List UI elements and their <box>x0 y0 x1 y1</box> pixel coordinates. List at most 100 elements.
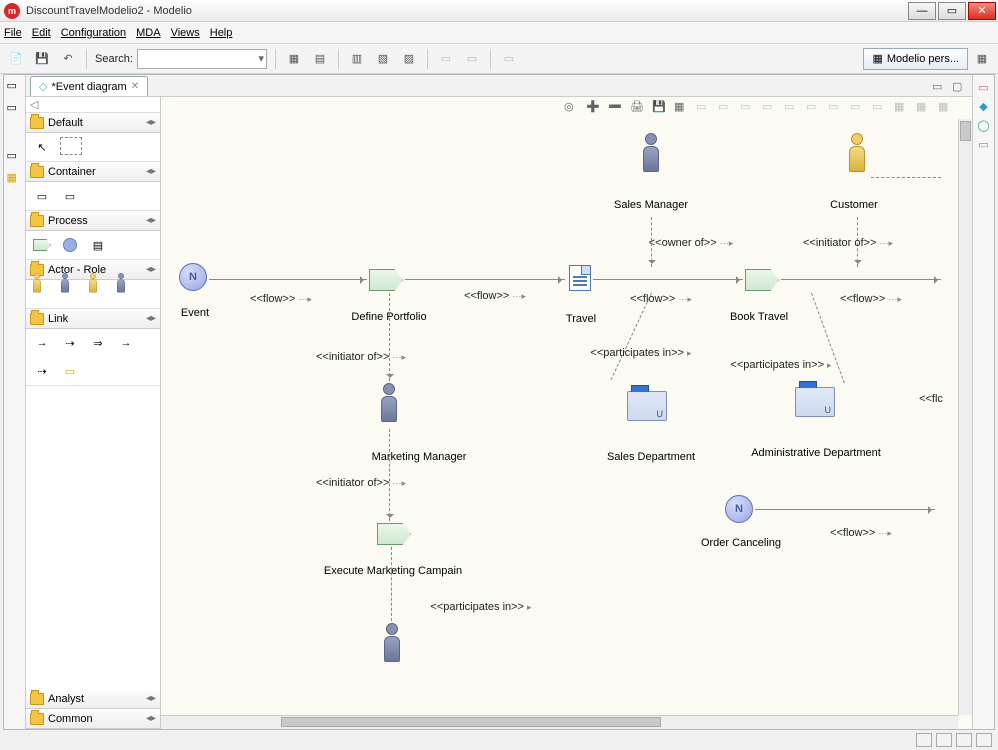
edge-initiator[interactable] <box>389 293 390 381</box>
link-tool[interactable]: ⇢ <box>32 361 52 381</box>
align-icon[interactable]: ▭ <box>806 100 822 116</box>
status-icon[interactable] <box>976 733 992 747</box>
link-tool[interactable]: → <box>32 333 52 353</box>
new-icon[interactable]: 📄 <box>6 49 26 69</box>
rail-icon[interactable]: ▦ <box>7 171 23 187</box>
palette-section-link[interactable]: Link ◂▸ <box>26 309 160 329</box>
edge-dash[interactable] <box>871 177 941 178</box>
doc-tool[interactable]: ▤ <box>88 235 108 255</box>
node-order-canceling[interactable]: N <box>725 495 753 523</box>
marquee-tool[interactable] <box>60 137 82 155</box>
node-travel[interactable] <box>569 265 591 291</box>
minimize-button[interactable]: — <box>908 2 936 20</box>
palette-collapse[interactable]: ◁ <box>26 97 160 113</box>
node-sales-department[interactable]: U <box>627 391 667 421</box>
tab-event-diagram[interactable]: ◇ *Event diagram ✕ <box>30 76 148 96</box>
edge-flow[interactable] <box>593 279 743 280</box>
palette-section-analyst[interactable]: Analyst ◂▸ <box>26 689 160 709</box>
zoom-in-icon[interactable]: ➕ <box>586 100 602 116</box>
grid-icon[interactable]: ▦ <box>894 100 910 116</box>
link-tool[interactable]: ⇢ <box>60 333 80 353</box>
edge-flow[interactable] <box>405 279 565 280</box>
save-icon[interactable]: 💾 <box>652 100 668 116</box>
export-icon[interactable]: ▦ <box>674 100 690 116</box>
print-icon[interactable]: 🖨 <box>630 100 646 116</box>
rail-icon[interactable]: ▭ <box>7 101 23 117</box>
process-tool[interactable] <box>32 235 52 255</box>
rail-icon[interactable]: ▭ <box>978 81 988 94</box>
grid-icon[interactable]: ▦ <box>938 100 954 116</box>
tool-icon[interactable]: ▭ <box>462 49 482 69</box>
perspective-switch-icon[interactable]: ▦ <box>972 49 992 69</box>
align-icon[interactable]: ▭ <box>696 100 712 116</box>
menu-edit[interactable]: Edit <box>32 27 51 39</box>
close-tab-icon[interactable]: ✕ <box>131 81 139 92</box>
edge-flow[interactable] <box>755 509 935 510</box>
container-tool[interactable]: ▭ <box>60 186 80 206</box>
align-icon[interactable]: ▭ <box>718 100 734 116</box>
node-event[interactable]: N <box>179 263 207 291</box>
node-book-travel[interactable] <box>745 269 779 291</box>
selection-tool[interactable]: ↖ <box>32 137 52 157</box>
status-icon[interactable] <box>916 733 932 747</box>
edge-initiator[interactable] <box>389 429 390 521</box>
tool-icon[interactable]: ▦ <box>284 49 304 69</box>
edge-participates[interactable] <box>610 293 651 380</box>
menu-file[interactable]: File <box>4 27 22 39</box>
tool-icon[interactable]: ▤ <box>310 49 330 69</box>
node-define-portfolio[interactable] <box>369 269 403 291</box>
align-icon[interactable]: ▭ <box>850 100 866 116</box>
node-campaign-actor[interactable] <box>379 623 405 665</box>
align-icon[interactable]: ▭ <box>762 100 778 116</box>
vertical-scrollbar[interactable] <box>958 119 972 715</box>
maximize-view-icon[interactable]: ▢ <box>952 80 968 96</box>
align-icon[interactable]: ▭ <box>872 100 888 116</box>
status-icon[interactable] <box>936 733 952 747</box>
align-icon[interactable]: ▭ <box>828 100 844 116</box>
minimize-view-icon[interactable]: ▭ <box>932 80 948 96</box>
rail-icon[interactable]: ▭ <box>978 138 988 151</box>
tool-icon[interactable]: ▧ <box>373 49 393 69</box>
close-button[interactable]: ✕ <box>968 2 996 20</box>
zoom-fit-icon[interactable]: ◎ <box>564 100 580 116</box>
tool-icon[interactable]: ▭ <box>436 49 456 69</box>
menu-help[interactable]: Help <box>210 27 233 39</box>
edge-flow[interactable] <box>781 279 941 280</box>
save-icon[interactable]: 💾 <box>32 49 52 69</box>
tool-icon[interactable]: ▨ <box>399 49 419 69</box>
palette-section-process[interactable]: Process ◂▸ <box>26 211 160 231</box>
maximize-button[interactable]: ▭ <box>938 2 966 20</box>
scroll-thumb[interactable] <box>960 121 971 141</box>
align-icon[interactable]: ▭ <box>784 100 800 116</box>
rail-icon[interactable]: ◯ <box>977 119 989 132</box>
tool-icon[interactable]: ▥ <box>347 49 367 69</box>
search-input[interactable]: ▾ <box>137 49 267 69</box>
container-tool[interactable]: ▭ <box>32 186 52 206</box>
undo-icon[interactable]: ↶ <box>58 49 78 69</box>
rail-icon[interactable]: ◆ <box>979 100 987 113</box>
scroll-thumb[interactable] <box>281 717 661 727</box>
status-icon[interactable] <box>956 733 972 747</box>
node-customer[interactable] <box>844 133 870 175</box>
horizontal-scrollbar[interactable] <box>161 715 958 729</box>
link-tool[interactable]: → <box>116 333 136 353</box>
node-admin-department[interactable]: U <box>795 387 835 417</box>
align-icon[interactable]: ▭ <box>740 100 756 116</box>
palette-section-container[interactable]: Container ◂▸ <box>26 162 160 182</box>
rail-icon[interactable]: ▭ <box>7 149 23 165</box>
menu-configuration[interactable]: Configuration <box>61 27 126 39</box>
event-tool[interactable] <box>60 235 80 255</box>
actor-tool[interactable] <box>116 284 136 304</box>
link-tool[interactable]: ⇒ <box>88 333 108 353</box>
tool-icon[interactable]: ▭ <box>499 49 519 69</box>
rail-icon[interactable]: ▭ <box>7 79 23 95</box>
diagram-canvas[interactable]: ◎ ➕ ➖ 🖨 💾 ▦ ▭ ▭ ▭ ▭ ▭ ▭ ▭ ▭ ▭ ▦ ▦ <box>161 97 972 729</box>
node-execute-campaign[interactable] <box>377 523 411 545</box>
zoom-out-icon[interactable]: ➖ <box>608 100 624 116</box>
palette-section-default[interactable]: Default ◂▸ <box>26 113 160 133</box>
actor-tool[interactable] <box>88 284 108 304</box>
edge-participates[interactable] <box>391 547 392 621</box>
menu-mda[interactable]: MDA <box>136 27 160 39</box>
actor-tool[interactable] <box>60 284 80 304</box>
grid-icon[interactable]: ▦ <box>916 100 932 116</box>
